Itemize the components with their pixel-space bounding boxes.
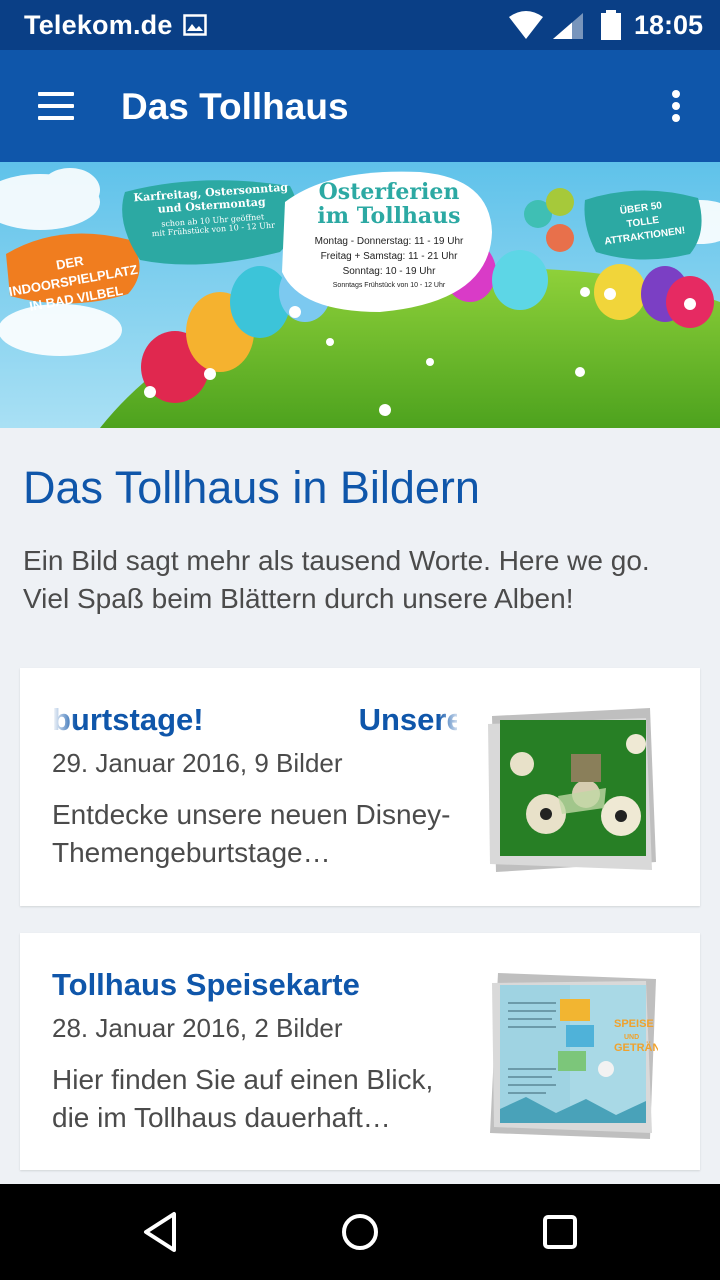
section-title: Das Tollhaus in Bildern xyxy=(23,462,480,513)
system-nav-bar xyxy=(0,1184,720,1280)
app-toolbar: Das Tollhaus xyxy=(0,50,720,162)
back-icon[interactable] xyxy=(140,1210,184,1254)
album-card[interactable]: Tollhaus Speisekarte 28. Januar 2016, 2 … xyxy=(20,933,700,1170)
album-card[interactable]: burtstage! Unsere 29. Januar 2016, 9 Bil… xyxy=(20,668,700,906)
wifi-icon xyxy=(509,11,543,39)
menu-card-text-1: SPEISE xyxy=(614,1018,654,1030)
bubble-main-title1: Osterferien xyxy=(318,179,460,205)
battery-icon xyxy=(601,10,621,40)
hours-line-2: Freitag + Samstag: 11 - 21 Uhr xyxy=(320,251,458,262)
bubble-main-title2: im Tollhaus xyxy=(317,203,461,229)
bubble-main: Osterferien im Tollhaus Montag - Donners… xyxy=(294,180,484,292)
signal-icon xyxy=(553,13,583,39)
more-vert-icon[interactable] xyxy=(660,88,692,124)
album-description: Entdecke unsere neuen Disney-Themengebur… xyxy=(52,799,451,868)
image-icon xyxy=(183,14,207,36)
menu-card-text-2: UND xyxy=(624,1034,639,1041)
toolbar-title: Das Tollhaus xyxy=(121,86,349,127)
album-description: Hier finden Sie auf einen Blick, die im … xyxy=(52,1064,434,1133)
soccer-party-thumbnail xyxy=(488,708,656,872)
album-meta: 28. Januar 2016, 2 Bilder xyxy=(52,1013,343,1043)
hamburger-menu-icon[interactable] xyxy=(36,90,76,122)
album-title: burtstage! Unsere xyxy=(52,702,457,737)
title-fade-left xyxy=(52,702,76,742)
easter-banner[interactable]: DER INDOORSPIELPLATZ IN BAD VILBEL Karfr… xyxy=(0,162,720,428)
album-title: Tollhaus Speisekarte xyxy=(52,967,360,1002)
recents-icon[interactable] xyxy=(538,1210,582,1254)
menu-card-thumbnail: SPEISE UND GETRÄN xyxy=(490,973,658,1139)
hours-line-4: Sonntags Frühstück von 10 - 12 Uhr xyxy=(332,282,446,289)
home-icon[interactable] xyxy=(338,1210,382,1254)
status-bar: Telekom.de 18:05 xyxy=(0,0,720,50)
clock: 18:05 xyxy=(634,10,704,40)
carrier-name: Telekom.de xyxy=(24,10,173,40)
album-meta: 29. Januar 2016, 9 Bilder xyxy=(52,748,343,778)
section-description: Ein Bild sagt mehr als tausend Worte. He… xyxy=(23,545,650,614)
hours-line-1: Montag - Donnerstag: 11 - 19 Uhr xyxy=(314,236,464,247)
hours-line-3: Sonntag: 10 - 19 Uhr xyxy=(342,266,436,277)
title-fade-right xyxy=(438,702,462,742)
menu-card-text-3: GETRÄN xyxy=(614,1041,658,1054)
